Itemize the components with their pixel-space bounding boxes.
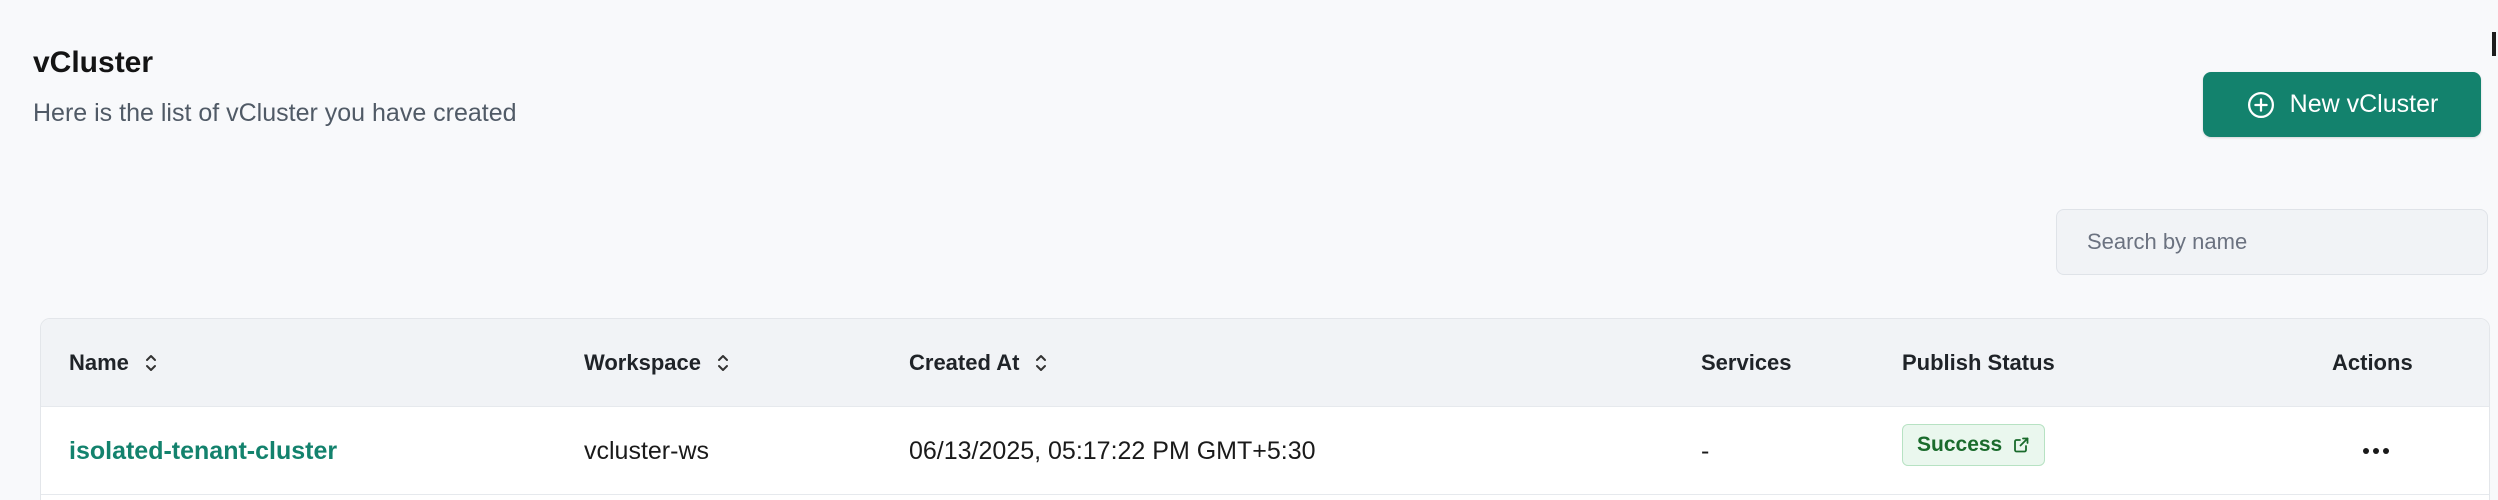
column-header-workspace: Workspace (584, 319, 731, 407)
column-header-created-at-label: Created At (909, 350, 1020, 375)
cell-workspace: vcluster-ws (584, 436, 710, 465)
cell-name: isolated-tenant-cluster (69, 407, 337, 495)
table-row: isolated-tenant-cluster vcluster-ws 06/1… (41, 407, 2489, 495)
page-title: vCluster (33, 46, 154, 79)
column-header-publish-status-label: Publish Status (1902, 350, 2055, 375)
page-subtitle: Here is the list of vCluster you have cr… (33, 99, 517, 127)
sort-icon[interactable] (143, 352, 159, 374)
cell-publish-status: Success (1902, 401, 2046, 489)
external-link-icon (2012, 436, 2030, 454)
column-header-name-label: Name (69, 350, 129, 375)
column-header-actions-label: Actions (2332, 350, 2413, 375)
cursor-mark (2492, 32, 2496, 56)
sort-icon[interactable] (1033, 352, 1049, 374)
search-input[interactable] (2056, 209, 2488, 275)
table-header: Name Workspace Created At Services Publi… (41, 319, 2489, 407)
vcluster-name-link[interactable]: isolated-tenant-cluster (69, 437, 337, 466)
cell-created-at: 06/13/2025, 05:17:22 PM GMT+5:30 (909, 436, 1316, 465)
status-badge[interactable]: Success (1902, 424, 2046, 466)
column-header-workspace-label: Workspace (584, 350, 701, 375)
sort-icon[interactable] (715, 352, 731, 374)
plus-circle-icon (2246, 90, 2276, 120)
new-vcluster-label: New vCluster (2289, 90, 2439, 118)
column-header-created-at: Created At (909, 319, 1049, 407)
column-header-name: Name (69, 319, 159, 407)
column-header-actions: Actions (2332, 319, 2413, 407)
column-header-publish-status: Publish Status (1902, 319, 2055, 407)
column-header-services: Services (1701, 319, 1792, 407)
status-badge-label: Success (1917, 433, 2003, 456)
column-header-services-label: Services (1701, 350, 1792, 375)
cell-services: - (1701, 436, 1710, 465)
cell-actions (2351, 407, 2401, 495)
row-actions-button[interactable] (2351, 431, 2401, 471)
vcluster-page: vCluster Here is the list of vCluster yo… (0, 0, 2498, 500)
more-horizontal-icon (2361, 444, 2391, 459)
new-vcluster-button[interactable]: New vCluster (2203, 72, 2481, 137)
vcluster-table: Name Workspace Created At Services Publi… (40, 318, 2490, 500)
